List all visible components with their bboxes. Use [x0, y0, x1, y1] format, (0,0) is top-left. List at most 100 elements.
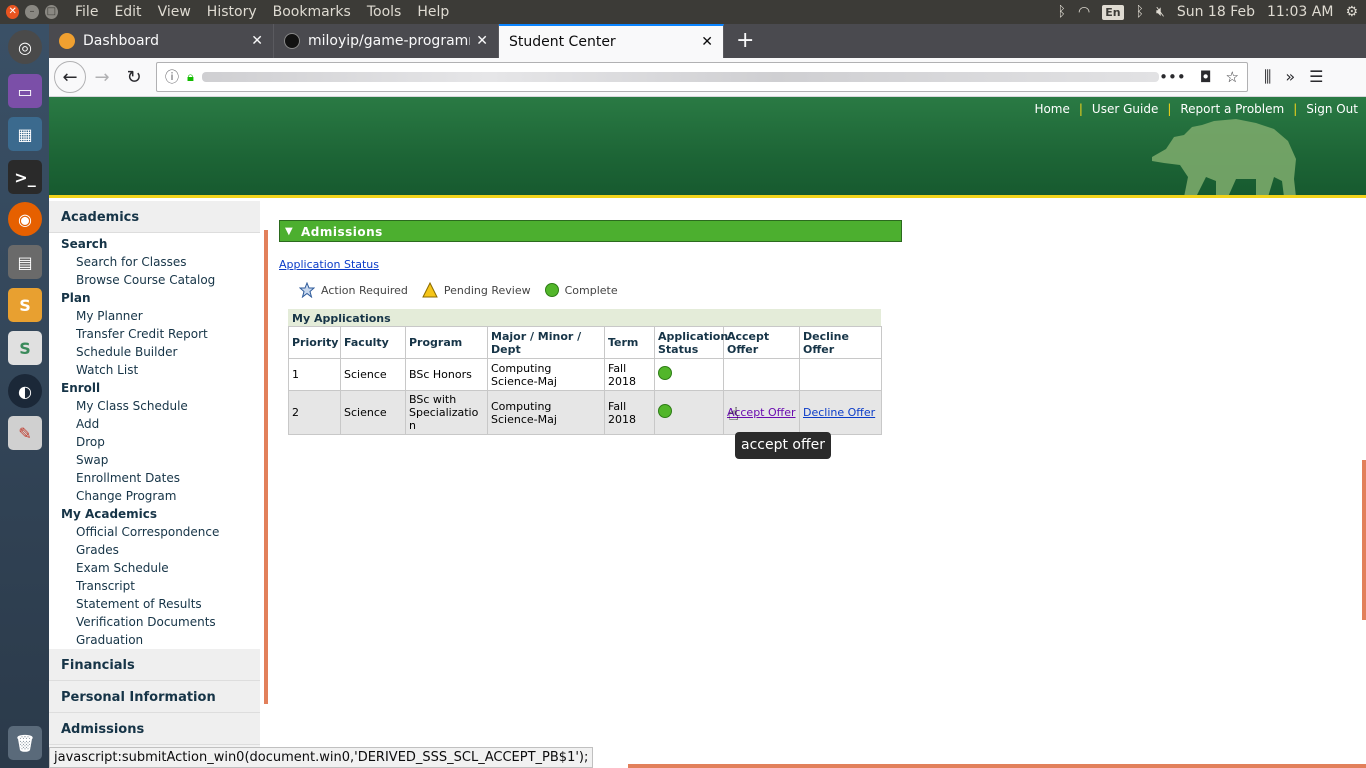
application-status-link[interactable]: Application Status	[279, 258, 379, 271]
menu-history[interactable]: History	[199, 4, 265, 20]
forward-button[interactable]: →	[86, 61, 118, 93]
bluetooth-tray-icon[interactable]: ᛒ	[1136, 4, 1144, 20]
settings-gear-icon[interactable]: ⚙	[1345, 4, 1358, 20]
legend-complete: Complete	[544, 283, 618, 297]
browser-tab-bar: Dashboard ✕ miloyip/game-programmer ✕ St…	[49, 24, 1366, 58]
complete-status-icon	[658, 366, 672, 380]
sign-out-link[interactable]: Sign Out	[1306, 102, 1366, 116]
sidebar-section-academics[interactable]: Academics	[49, 201, 260, 233]
tab-dashboard[interactable]: Dashboard ✕	[49, 24, 274, 58]
sidebar-item-official-correspondence[interactable]: Official Correspondence	[49, 523, 260, 541]
sidebar-item-grades[interactable]: Grades	[49, 541, 260, 559]
page-scrollbar[interactable]	[1362, 460, 1366, 620]
left-navigation-sidebar: Academics Search Search for Classes Brow…	[49, 201, 260, 768]
maximize-window-icon[interactable]: □	[44, 5, 58, 19]
new-tab-button[interactable]: +	[724, 24, 766, 58]
sidebar-item-change-program[interactable]: Change Program	[49, 487, 260, 505]
decline-offer-link[interactable]: Decline Offer	[803, 406, 875, 419]
sidebar-item-enrollment-dates[interactable]: Enrollment Dates	[49, 469, 260, 487]
cell-major: Computing Science-Maj	[487, 390, 605, 435]
sidebar-item-graduation[interactable]: Graduation	[49, 631, 260, 649]
menu-bookmarks[interactable]: Bookmarks	[265, 4, 359, 20]
file-manager-icon[interactable]: ▤	[8, 245, 42, 279]
menu-edit[interactable]: Edit	[106, 4, 149, 20]
terminal-icon[interactable]: >_	[8, 160, 42, 194]
system-time[interactable]: 11:03 AM	[1267, 4, 1333, 20]
sidebar-item-schedule-builder[interactable]: Schedule Builder	[49, 343, 260, 361]
status-legend: Action Required Pending Review Complete	[299, 282, 632, 298]
media-player-icon[interactable]: ▭	[8, 74, 42, 108]
sidebar-item-my-planner[interactable]: My Planner	[49, 307, 260, 325]
menu-help[interactable]: Help	[409, 4, 457, 20]
bookmark-star-icon[interactable]: ☆	[1226, 68, 1239, 86]
cell-faculty: Science	[340, 390, 406, 435]
sidebar-section-financials[interactable]: Financials	[49, 649, 260, 681]
sidebar-scrollbar[interactable]	[264, 230, 268, 704]
bluetooth-icon[interactable]: ᛒ	[1058, 4, 1066, 20]
steam-icon[interactable]: ◐	[8, 374, 42, 408]
system-date[interactable]: Sun 18 Feb	[1177, 4, 1255, 20]
page-actions-icon[interactable]: •••	[1159, 68, 1186, 86]
close-window-icon[interactable]: ✕	[6, 5, 20, 19]
ubuntu-dash-icon[interactable]: ◎	[8, 30, 42, 64]
sublime-text-icon[interactable]: S	[8, 288, 42, 322]
minimize-window-icon[interactable]: –	[25, 5, 39, 19]
sidebar-item-drop[interactable]: Drop	[49, 433, 260, 451]
column-header-application-status: Application Status	[654, 326, 728, 359]
tab-student-center[interactable]: Student Center ✕	[499, 24, 724, 58]
secure-lock-icon[interactable]: 🔒︎	[187, 70, 194, 85]
site-header-banner: Home | User Guide | Report a Problem | S…	[49, 97, 1366, 198]
sidebar-item-search-for-classes[interactable]: Search for Classes	[49, 253, 260, 271]
menu-file[interactable]: File	[67, 4, 106, 20]
admissions-section-header[interactable]: ▼ Admissions	[279, 220, 902, 242]
workspace-switcher-icon[interactable]: ▦	[8, 117, 42, 151]
user-guide-link[interactable]: User Guide	[1092, 102, 1158, 116]
back-button[interactable]: ←	[54, 61, 86, 93]
report-problem-link[interactable]: Report a Problem	[1180, 102, 1284, 116]
grid-title: My Applications	[288, 309, 881, 326]
document-viewer-icon[interactable]: ✎	[8, 416, 42, 450]
sidebar-item-transcript[interactable]: Transcript	[49, 577, 260, 595]
volume-muted-icon[interactable]: 🔇︎	[1156, 4, 1165, 20]
sidebar-item-watch-list[interactable]: Watch List	[49, 361, 260, 379]
sidebar-item-verification-documents[interactable]: Verification Documents	[49, 613, 260, 631]
library-icon[interactable]: ⫼	[1264, 67, 1271, 87]
slack-icon[interactable]: S	[8, 331, 42, 365]
sidebar-item-swap[interactable]: Swap	[49, 451, 260, 469]
cell-priority: 2	[288, 390, 341, 435]
reload-button[interactable]: ↻	[118, 61, 150, 93]
tab-close-icon[interactable]: ✕	[476, 33, 488, 49]
menu-tools[interactable]: Tools	[359, 4, 410, 20]
wifi-icon[interactable]: ◠	[1078, 4, 1090, 20]
link-separator: |	[1078, 102, 1083, 116]
tab-close-icon[interactable]: ✕	[701, 34, 713, 50]
sidebar-item-my-class-schedule[interactable]: My Class Schedule	[49, 397, 260, 415]
tab-close-icon[interactable]: ✕	[251, 33, 263, 49]
hamburger-menu-icon[interactable]: ☰	[1309, 67, 1323, 87]
cell-status	[654, 358, 724, 391]
sidebar-item-exam-schedule[interactable]: Exam Schedule	[49, 559, 260, 577]
url-bar[interactable]: ⓘ 🔒︎ ••• ◘ ☆	[156, 62, 1248, 92]
table-header-row: Priority Faculty Program Major / Minor /…	[288, 326, 882, 359]
cell-major: Computing Science-Maj	[487, 358, 605, 391]
sidebar-item-browse-course-catalog[interactable]: Browse Course Catalog	[49, 271, 260, 289]
url-text-redacted[interactable]	[201, 72, 1160, 82]
sidebar-section-personal-information[interactable]: Personal Information	[49, 681, 260, 713]
keyboard-language-indicator[interactable]: En	[1102, 4, 1124, 20]
home-link[interactable]: Home	[1034, 102, 1069, 116]
horizontal-scrollbar[interactable]	[628, 764, 1366, 768]
cell-program: BSc with Specializatio n	[405, 390, 488, 435]
pocket-icon[interactable]: ◘	[1200, 68, 1212, 86]
sidebar-item-add[interactable]: Add	[49, 415, 260, 433]
overflow-chevron-icon[interactable]: »	[1285, 67, 1295, 87]
trash-icon[interactable]: 🗑︎	[8, 726, 42, 760]
site-info-icon[interactable]: ⓘ	[165, 67, 179, 87]
sidebar-item-statement-of-results[interactable]: Statement of Results	[49, 595, 260, 613]
firefox-icon[interactable]: ◉	[8, 202, 42, 236]
sidebar-section-admissions[interactable]: Admissions	[49, 713, 260, 745]
sidebar-group-my-academics: My Academics	[61, 507, 158, 521]
menu-view[interactable]: View	[150, 4, 199, 20]
sidebar-item-transfer-credit-report[interactable]: Transfer Credit Report	[49, 325, 260, 343]
collapse-triangle-icon[interactable]: ▼	[285, 221, 293, 243]
tab-github[interactable]: miloyip/game-programmer ✕	[274, 24, 499, 58]
